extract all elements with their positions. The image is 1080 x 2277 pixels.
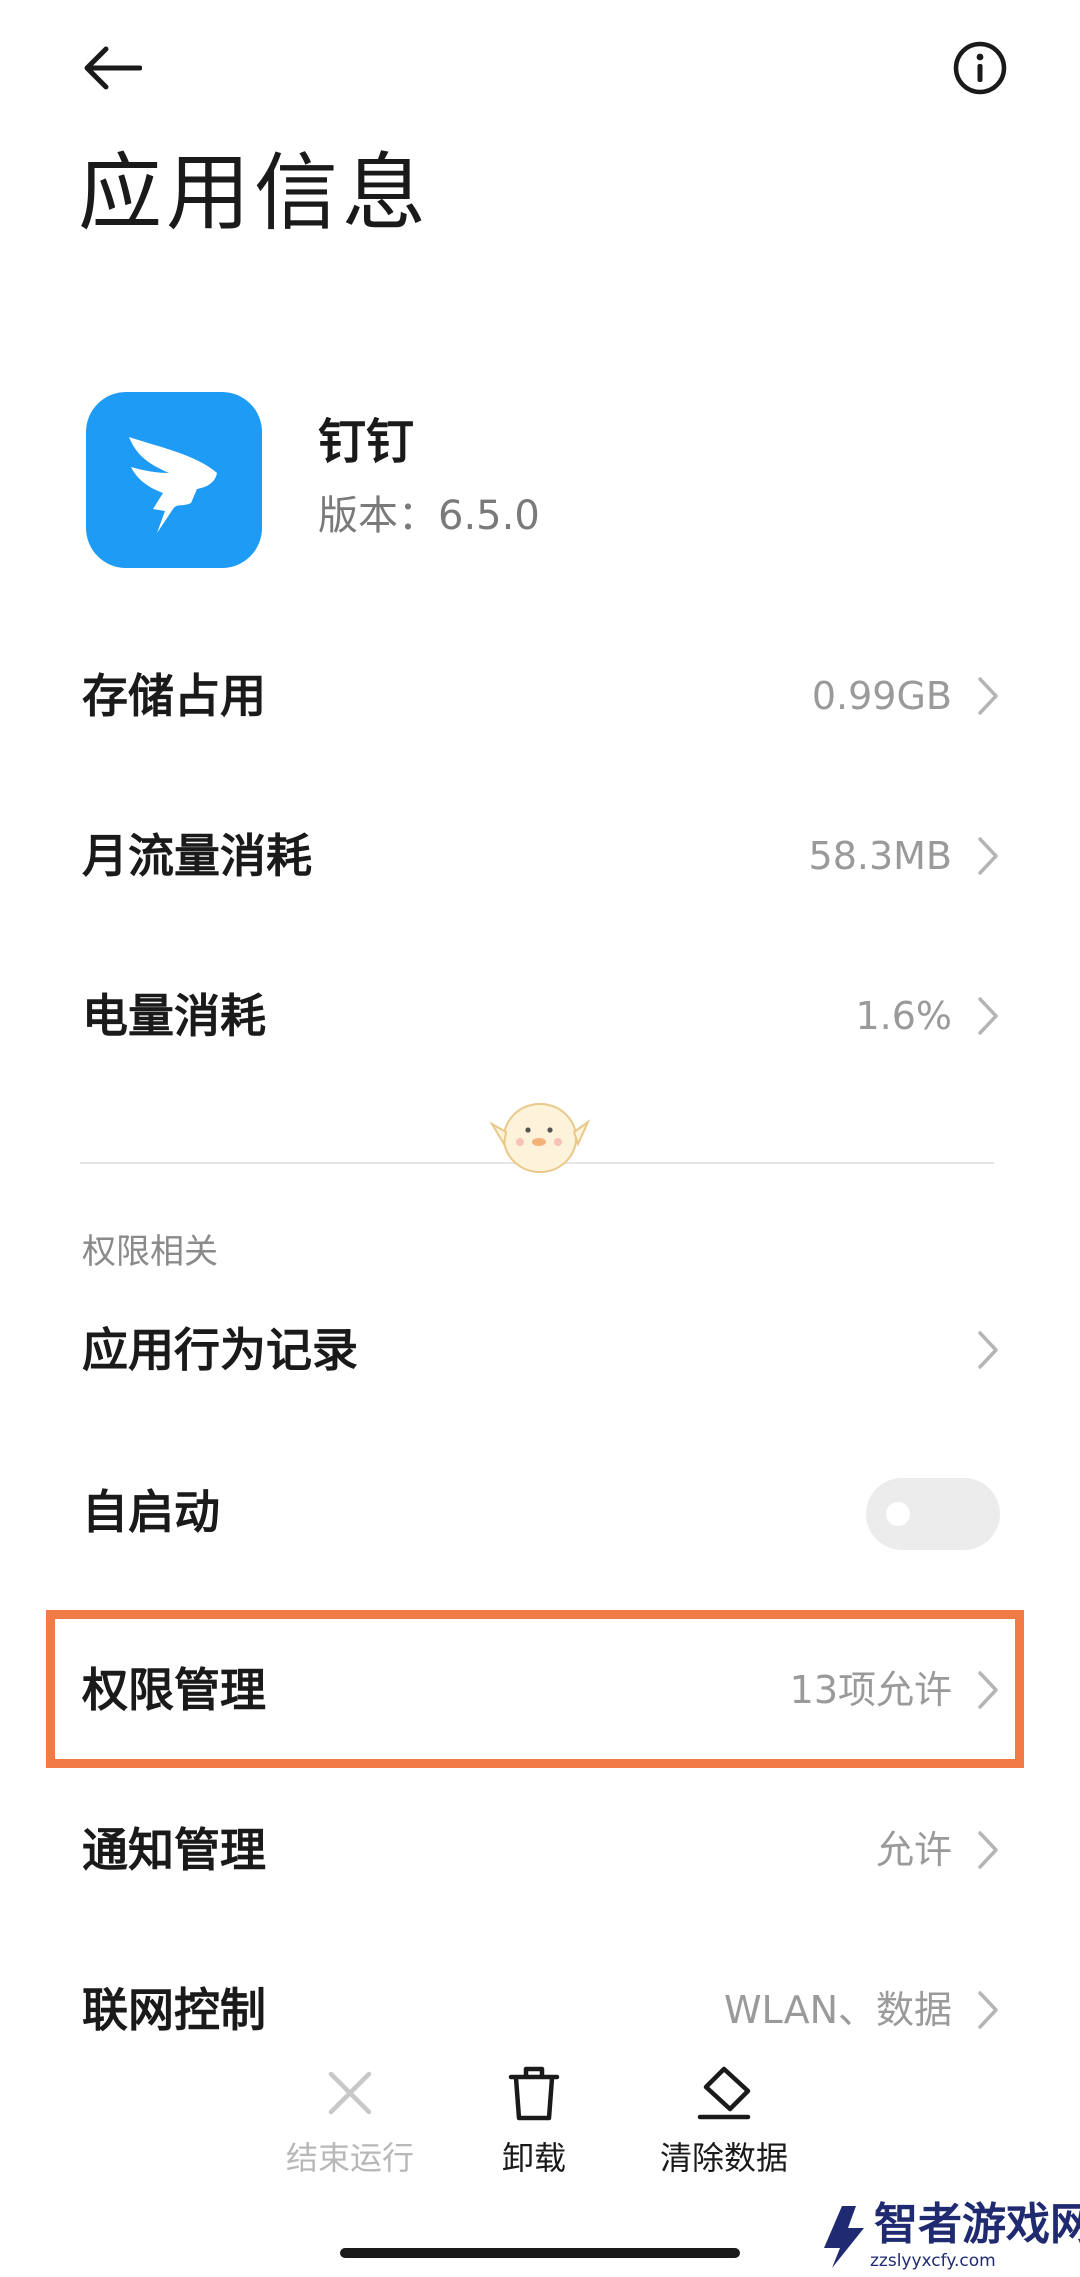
back-button[interactable] [62,18,162,118]
network-control-value: WLAN、数据 [723,1988,952,2032]
monthly-traffic-row[interactable]: 月流量消耗 58.3MB [0,776,1080,936]
storage-row[interactable]: 存储占用 0.99GB [0,616,1080,776]
network-control-label: 联网控制 [82,1983,266,2037]
notification-manage-value: 允许 [875,1828,952,1872]
watermark-title: 智者游戏网 [874,2199,1080,2250]
battery-usage-value: 1.6% [855,994,952,1038]
page-title: 应用信息 [78,144,431,242]
info-icon [953,41,1007,95]
chevron-right-icon [968,1982,1008,2038]
watermark: 智者游戏网 zzslyyxcfy.com [810,2196,1080,2277]
autostart-label: 自启动 [82,1485,220,1539]
dingtalk-app-icon [86,392,262,568]
mascot-sticker-icon [489,1103,591,1173]
autostart-toggle[interactable] [866,1478,1000,1550]
uninstall-button[interactable]: 卸载 [444,2060,624,2180]
home-indicator [340,2248,740,2258]
highlight-box [46,1610,1024,1768]
chevron-right-icon [968,1322,1008,1378]
dingtalk-logo-icon [129,437,217,533]
chevron-right-icon [968,1822,1008,1878]
storage-value: 0.99GB [811,674,952,718]
behavior-log-row[interactable]: 应用行为记录 [0,1270,1080,1430]
close-icon [328,2071,372,2115]
chevron-right-icon [968,988,1008,1044]
clear-data-label: 清除数据 [659,2139,788,2177]
battery-usage-label: 电量消耗 [82,989,266,1043]
monthly-traffic-value: 58.3MB [808,834,952,878]
section-title-permissions: 权限相关 [82,1232,218,1272]
info-button[interactable] [930,18,1030,118]
app-version: 版本：6.5.0 [318,493,540,539]
notification-manage-label: 通知管理 [82,1823,266,1877]
storage-label: 存储占用 [82,669,266,723]
battery-usage-row[interactable]: 电量消耗 1.6% [0,936,1080,1096]
clear-data-button[interactable]: 清除数据 [634,2060,814,2180]
stop-running-button[interactable]: 结束运行 [260,2060,440,2180]
watermark-logo-icon [824,2206,864,2268]
monthly-traffic-label: 月流量消耗 [82,829,312,883]
uninstall-label: 卸载 [501,2139,566,2177]
back-arrow-icon [84,46,142,90]
trash-icon [508,2066,560,2121]
chevron-right-icon [968,668,1008,724]
notification-manage-row[interactable]: 通知管理 允许 [0,1770,1080,1930]
chevron-right-icon [968,828,1008,884]
watermark-url: zzslyyxcfy.com [870,2251,996,2271]
eraser-icon [697,2066,751,2120]
toggle-knob [886,1502,910,1526]
behavior-log-label: 应用行为记录 [82,1323,358,1377]
app-name: 钉钉 [318,414,415,470]
stop-running-label: 结束运行 [285,2139,414,2177]
